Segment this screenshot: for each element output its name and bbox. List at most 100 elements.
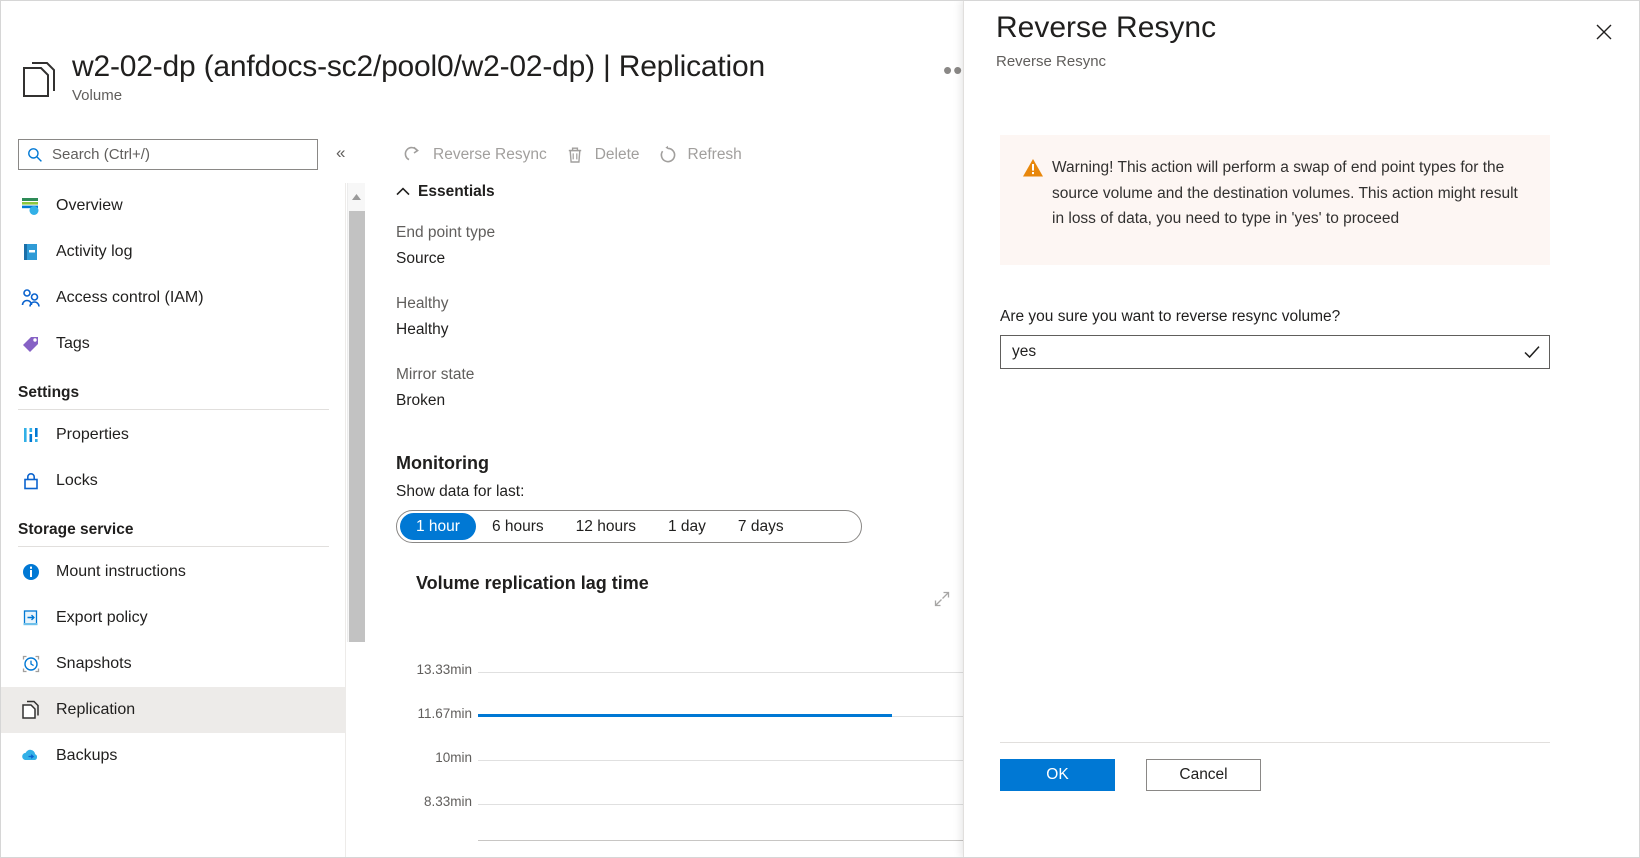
essentials-label: Essentials [418, 183, 495, 201]
command-label: Reverse Resync [433, 146, 547, 164]
sidebar-group-settings-title: Settings [0, 367, 345, 405]
sidebar-item-label: Locks [56, 472, 98, 490]
chevron-double-left-icon[interactable]: « [336, 143, 345, 163]
replication-copy-icon [18, 698, 44, 722]
gridline [478, 804, 988, 805]
refresh-icon [657, 144, 679, 166]
sidebar-item-label: Snapshots [56, 655, 132, 673]
sidebar-item-label: Mount instructions [56, 563, 186, 581]
confirm-input-wrapper[interactable] [1000, 335, 1550, 369]
sidebar-item-label: Backups [56, 747, 117, 765]
checkmark-icon [1515, 343, 1549, 361]
sidebar-item-backups[interactable]: Backups [0, 733, 345, 779]
sidebar-item-locks[interactable]: Locks [0, 458, 345, 504]
expand-chart-icon[interactable] [934, 591, 952, 609]
y-axis-tick: 10min [388, 750, 472, 765]
replication-main-content: Reverse Resync Delete [366, 133, 1005, 858]
time-range-1-hour[interactable]: 1 hour [400, 513, 476, 540]
divider [18, 409, 329, 410]
essentials-toggle[interactable]: Essentials [366, 183, 1005, 201]
y-axis-tick: 8.33min [388, 794, 472, 809]
field-key: Healthy [396, 291, 1005, 317]
divider [18, 546, 329, 547]
replication-lag-chart-card: Volume replication lag time 13.33min 11.… [388, 573, 988, 844]
page-title: w2-02-dp (anfdocs-sc2/pool0/w2-02-dp) | … [72, 50, 765, 84]
sidebar-nav: Overview Activity log [0, 183, 346, 858]
chart-series-line [478, 714, 892, 717]
sidebar-item-label: Export policy [56, 609, 148, 627]
activity-log-icon [18, 240, 44, 264]
info-icon [18, 560, 44, 584]
warning-text: Warning! This action will perform a swap… [1052, 155, 1522, 245]
field-value: Broken [396, 388, 1005, 414]
field-value: Source [396, 246, 1005, 272]
page-subtitle: Volume [72, 87, 122, 104]
gridline [478, 760, 988, 761]
sidebar-item-mount-instructions[interactable]: Mount instructions [0, 549, 345, 595]
reverse-resync-command[interactable]: Reverse Resync [398, 140, 556, 170]
panel-title: Reverse Resync [996, 11, 1216, 45]
sidebar-item-access-control[interactable]: Access control (IAM) [0, 275, 345, 321]
sidebar-item-snapshots[interactable]: Snapshots [0, 641, 345, 687]
page-header: w2-02-dp (anfdocs-sc2/pool0/w2-02-dp) | … [0, 0, 1005, 122]
gridline [478, 672, 988, 673]
trash-icon [564, 144, 586, 166]
export-policy-icon [18, 606, 44, 630]
delete-command[interactable]: Delete [560, 140, 649, 170]
sidebar-item-label: Activity log [56, 243, 132, 261]
volume-replication-blade: w2-02-dp (anfdocs-sc2/pool0/w2-02-dp) | … [0, 0, 1005, 858]
lock-icon [18, 469, 44, 493]
confirm-input[interactable] [1001, 336, 1515, 368]
sidebar-item-label: Access control (IAM) [56, 289, 204, 307]
field-value: Healthy [396, 317, 1005, 343]
show-data-label: Show data for last: [366, 483, 1005, 501]
y-axis-tick: 11.67min [388, 706, 472, 721]
essentials-fields: Mirror state Broken [366, 362, 1005, 414]
command-bar: Reverse Resync Delete [366, 133, 1005, 177]
scrollbar-thumb[interactable] [349, 211, 365, 642]
chart-title: Volume replication lag time [388, 573, 988, 594]
sidebar-item-tags[interactable]: Tags [0, 321, 345, 367]
confirm-question-label: Are you sure you want to reverse resync … [1000, 308, 1340, 326]
cancel-button[interactable]: Cancel [1146, 759, 1261, 791]
tags-icon [18, 332, 44, 356]
snapshot-clock-icon [18, 652, 44, 676]
field-key: End point type [396, 220, 1005, 246]
divider [1000, 742, 1550, 743]
search-input[interactable]: Search (Ctrl+/) [18, 139, 318, 170]
sidebar-item-label: Tags [56, 335, 90, 353]
sidebar-scrollbar[interactable] [347, 183, 365, 642]
reverse-resync-icon [402, 144, 424, 166]
ok-button[interactable]: OK [1000, 759, 1115, 791]
time-range-12-hours[interactable]: 12 hours [560, 513, 652, 540]
time-range-7-days[interactable]: 7 days [722, 513, 800, 540]
sidebar-item-replication[interactable]: Replication [0, 687, 345, 733]
field-key: Mirror state [396, 362, 1005, 388]
sidebar-item-properties[interactable]: Properties [0, 412, 345, 458]
sidebar-top-items: Overview Activity log [0, 183, 345, 367]
refresh-command[interactable]: Refresh [653, 140, 751, 170]
monitoring-heading: Monitoring [366, 453, 1005, 474]
time-range-selector: 1 hour 6 hours 12 hours 1 day 7 days [396, 510, 862, 543]
sidebar-item-overview[interactable]: Overview [0, 183, 345, 229]
time-range-1-day[interactable]: 1 day [652, 513, 722, 540]
overview-icon [18, 194, 44, 218]
search-placeholder: Search (Ctrl+/) [52, 146, 150, 163]
sidebar-item-export-policy[interactable]: Export policy [0, 595, 345, 641]
axis-line [478, 840, 988, 841]
warning-triangle-icon [1022, 155, 1052, 245]
panel-subtitle: Reverse Resync [996, 53, 1106, 70]
backup-cloud-icon [18, 744, 44, 768]
sidebar-item-activity-log[interactable]: Activity log [0, 229, 345, 275]
scroll-up-arrow-icon[interactable] [348, 183, 365, 211]
azure-portal-screen: w2-02-dp (anfdocs-sc2/pool0/w2-02-dp) | … [0, 0, 1640, 858]
sidebar-group-storage-service-title: Storage service [0, 504, 345, 542]
command-label: Refresh [688, 146, 742, 164]
chevron-up-icon [396, 183, 410, 201]
time-range-6-hours[interactable]: 6 hours [476, 513, 560, 540]
sidebar-item-label: Properties [56, 426, 129, 444]
essentials-fields: End point type Source [366, 220, 1005, 272]
close-icon[interactable] [1590, 18, 1618, 46]
volume-document-icon [20, 61, 62, 103]
y-axis-tick: 13.33min [388, 662, 472, 677]
